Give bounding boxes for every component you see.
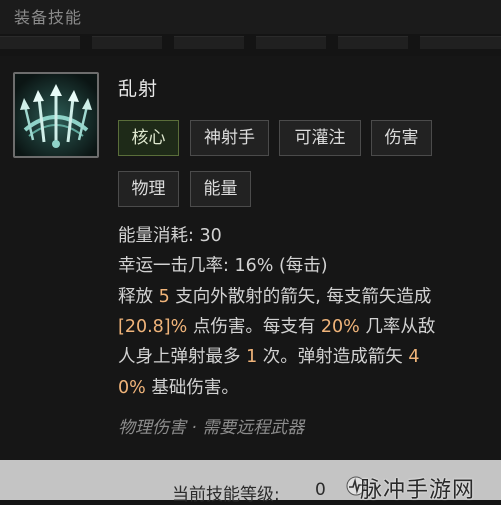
description-text: 基础伤害。 — [151, 378, 239, 398]
description-text: 点伤害。每支有 — [192, 317, 316, 337]
skill-tag: 能量 — [190, 171, 251, 207]
damage-percent: [20.8]% — [118, 317, 188, 337]
level-value: 0 — [315, 480, 326, 500]
lucky-hit-line: 幸运一击几率: 16% (每击) — [118, 252, 328, 277]
description-text: 次。弹射造成箭矢 — [262, 347, 403, 367]
triple-arrow-bow-icon — [13, 72, 99, 158]
skill-tag: 可灌注 — [279, 120, 361, 156]
skill-slot[interactable] — [174, 36, 244, 49]
lucky-hit-value: 16% — [234, 256, 274, 276]
energy-cost-line: 能量消耗: 30 — [118, 222, 222, 247]
header-title: 装备技能 — [14, 8, 83, 27]
arrow-count: 5 — [158, 287, 170, 307]
energy-cost-label: 能量消耗: — [118, 226, 194, 246]
description-line-3: 人身上弹射最多 1 次。弹射造成箭矢 4 — [118, 343, 420, 368]
description-text: 支向外散射的箭矢, 每支箭矢造成 — [175, 287, 432, 307]
ricochet-damage-part: 0% — [118, 378, 146, 398]
description-text: 几率从敌 — [365, 317, 436, 337]
watermark-text: 脉冲手游网 — [360, 478, 476, 503]
skill-slot[interactable] — [92, 36, 162, 49]
skill-tag: 物理 — [118, 171, 179, 207]
skill-tag: 神射手 — [190, 120, 269, 156]
description-line-2: [20.8]% 点伤害。每支有 20% 几率从敌 — [118, 313, 435, 338]
skill-slot-bar — [0, 36, 501, 50]
equip-skill-header: 装备技能 — [0, 0, 501, 34]
description-text: 释放 — [118, 287, 153, 307]
lucky-hit-suffix: (每击) — [278, 256, 328, 276]
skill-slot[interactable] — [0, 36, 80, 49]
skill-slot[interactable] — [338, 36, 408, 49]
skill-tag: 核心 — [118, 120, 179, 156]
skill-slot[interactable] — [420, 36, 501, 49]
description-text: 人身上弹射最多 — [118, 347, 241, 367]
lucky-hit-label: 幸运一击几率: — [118, 256, 229, 276]
level-label: 当前技能等级: — [172, 485, 280, 505]
skill-tag: 伤害 — [371, 120, 432, 156]
ricochet-count: 1 — [246, 347, 258, 367]
description-line-4: 0% 基础伤害。 — [118, 374, 239, 399]
energy-cost-value: 30 — [199, 226, 222, 246]
description-line-1: 释放 5 支向外散射的箭矢, 每支箭矢造成 — [118, 283, 431, 308]
skill-requirement: 物理伤害 · 需要远程武器 — [118, 418, 305, 438]
skill-slot[interactable] — [256, 36, 326, 49]
ricochet-chance: 20% — [320, 317, 360, 337]
skill-name: 乱射 — [118, 78, 159, 100]
ricochet-damage-part: 4 — [408, 347, 420, 367]
